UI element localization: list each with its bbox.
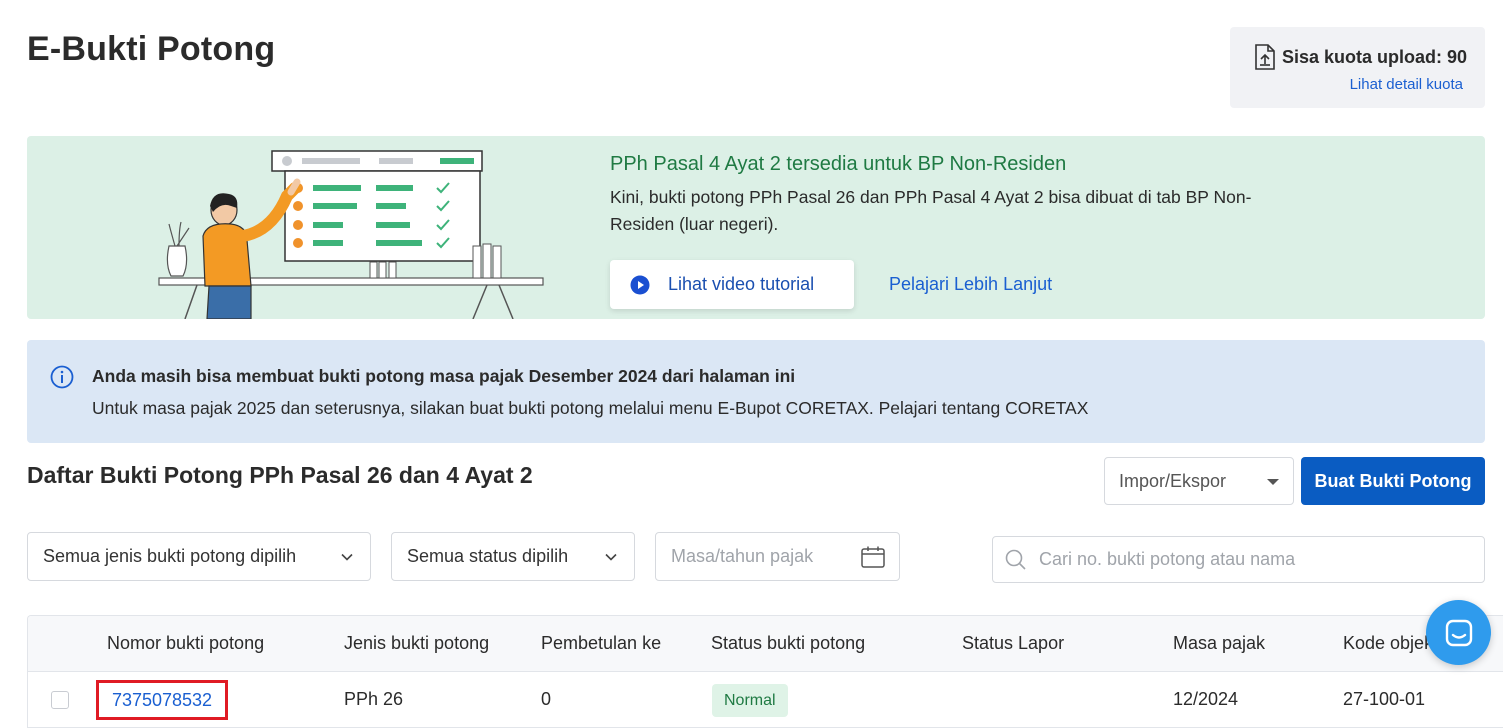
header-status-lapor[interactable]: Status Lapor <box>962 633 1064 654</box>
row-checkbox[interactable] <box>51 691 69 709</box>
chevron-down-icon <box>605 553 617 561</box>
promo-title: PPh Pasal 4 Ayat 2 tersedia untuk BP Non… <box>610 153 1067 175</box>
header-pembetulan[interactable]: Pembetulan ke <box>541 633 661 654</box>
presentation-illustration <box>158 150 544 319</box>
info-description: Untuk masa pajak 2025 dan seterusnya, si… <box>92 398 1089 418</box>
bukti-potong-table: Nomor bukti potong Jenis bukti potong Pe… <box>27 615 1503 728</box>
info-title: Anda masih bisa membuat bukti potong mas… <box>92 366 796 386</box>
header-status[interactable]: Status bukti potong <box>711 633 865 654</box>
bukti-potong-number-link[interactable]: 7375078532 <box>96 680 228 720</box>
search-box <box>992 536 1485 583</box>
learn-more-link[interactable]: Pelajari Lebih Lanjut <box>889 274 1052 295</box>
quota-label: Sisa kuota upload: 90 <box>1282 46 1468 67</box>
cell-pembetulan: 0 <box>541 689 552 709</box>
list-title: Daftar Bukti Potong PPh Pasal 26 dan 4 A… <box>27 462 533 488</box>
play-icon <box>630 275 650 294</box>
type-filter-select[interactable]: Semua jenis bukti potong dipilih <box>27 532 371 581</box>
chat-button[interactable] <box>1426 600 1491 665</box>
table-header: Nomor bukti potong Jenis bukti potong Pe… <box>28 616 1503 672</box>
cell-masa: 12/2024 <box>1173 689 1239 709</box>
period-filter-placeholder: Masa/tahun pajak <box>671 546 814 566</box>
search-icon <box>1005 549 1026 570</box>
search-input[interactable] <box>1039 537 1469 582</box>
caret-down-icon <box>1267 479 1279 485</box>
status-badge: Normal <box>712 684 788 717</box>
quota-line: Sisa kuota upload: 90 <box>1254 44 1467 70</box>
status-filter-label: Semua status dipilih <box>407 546 569 566</box>
chevron-down-icon <box>341 553 353 561</box>
period-filter-input[interactable]: Masa/tahun pajak <box>655 532 900 581</box>
promo-banner: PPh Pasal 4 Ayat 2 tersedia untuk BP Non… <box>27 136 1485 319</box>
create-bukti-potong-button[interactable]: Buat Bukti Potong <box>1301 457 1485 505</box>
header-nomor[interactable]: Nomor bukti potong <box>107 633 264 654</box>
type-filter-label: Semua jenis bukti potong dipilih <box>43 546 297 566</box>
status-filter-select[interactable]: Semua status dipilih <box>391 532 635 581</box>
info-icon <box>50 365 74 389</box>
upload-file-icon <box>1255 44 1275 70</box>
header-jenis[interactable]: Jenis bukti potong <box>344 633 489 654</box>
video-tutorial-button[interactable]: Lihat video tutorial <box>610 260 854 309</box>
header-kode[interactable]: Kode objek <box>1343 633 1433 654</box>
cell-kode: 27-100-01 <box>1343 689 1426 709</box>
chat-icon <box>1445 619 1472 646</box>
table-row: 7375078532 PPh 26 0 Normal 12/2024 27-10… <box>28 672 1503 727</box>
header-masa[interactable]: Masa pajak <box>1173 633 1265 654</box>
calendar-icon <box>861 546 885 568</box>
quota-detail-link[interactable]: Lihat detail kuota <box>1350 76 1463 93</box>
cell-jenis: PPh 26 <box>344 689 404 709</box>
quota-box: Sisa kuota upload: 90 Lihat detail kuota <box>1230 27 1485 108</box>
page-title: E-Bukti Potong <box>27 30 276 68</box>
import-export-select[interactable]: Impor/Ekspor <box>1104 457 1294 505</box>
info-banner: Anda masih bisa membuat bukti potong mas… <box>27 340 1485 443</box>
import-export-label: Impor/Ekspor <box>1119 470 1227 491</box>
promo-description: Kini, bukti potong PPh Pasal 26 dan PPh … <box>610 187 1252 234</box>
video-tutorial-label: Lihat video tutorial <box>668 274 815 294</box>
